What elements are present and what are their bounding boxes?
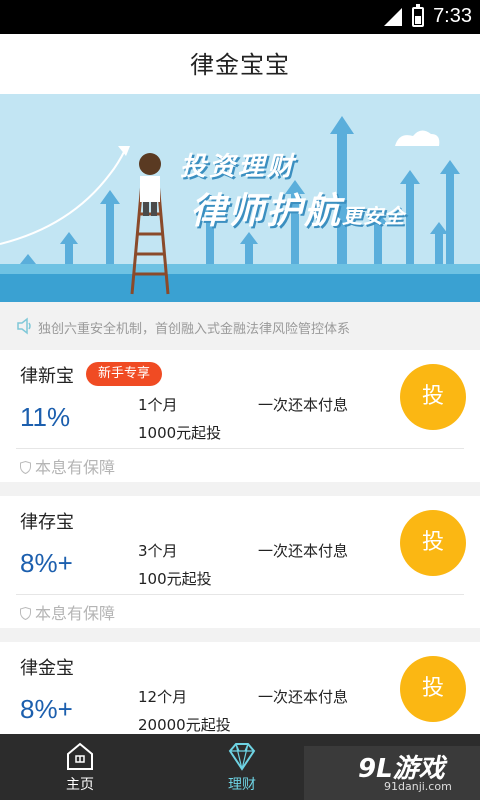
product-repay-method: 一次还本付息 bbox=[258, 542, 349, 560]
product-min-invest: 1000元起投 bbox=[138, 424, 222, 442]
status-bar: 7:33 bbox=[0, 0, 480, 34]
product-term: 1个月 bbox=[138, 396, 178, 414]
product-card[interactable]: 律存宝 8%+ 3个月 100元起投 一次还本付息 投 本息有保障 bbox=[0, 496, 480, 628]
product-min-invest: 20000元起投 bbox=[138, 716, 231, 734]
tab-label: 理财 bbox=[228, 777, 256, 793]
tab-home[interactable]: 主页 bbox=[20, 734, 140, 800]
invest-button[interactable]: 投 bbox=[400, 656, 466, 722]
divider bbox=[16, 448, 464, 449]
signal-icon bbox=[384, 8, 402, 26]
product-card[interactable]: 律金宝 8%+ 12个月 20000元起投 一次还本付息 投 bbox=[0, 642, 480, 734]
site-watermark: 9L游戏 91danji.com bbox=[304, 746, 480, 800]
guarantee-note: 本息有保障 bbox=[20, 454, 115, 478]
tab-finance[interactable]: 理财 bbox=[182, 734, 302, 800]
product-min-invest: 100元起投 bbox=[138, 570, 212, 588]
product-repay-method: 一次还本付息 bbox=[258, 396, 349, 414]
page-title: 律金宝宝 bbox=[190, 51, 290, 79]
divider bbox=[16, 594, 464, 595]
banner-headline: 投资理财 bbox=[180, 152, 297, 182]
notice-bar: 独创六重安全机制，首创融入式金融法律风险管控体系 bbox=[0, 310, 480, 342]
shield-icon bbox=[20, 461, 31, 474]
diamond-icon bbox=[228, 743, 256, 771]
invest-button[interactable]: 投 bbox=[400, 510, 466, 576]
notice-text: 独创六重安全机制，首创融入式金融法律风险管控体系 bbox=[38, 322, 351, 337]
promo-banner[interactable]: 投资理财 律师护航更安全 bbox=[0, 94, 480, 302]
product-rate: 11% bbox=[20, 402, 71, 432]
tab-label: 主页 bbox=[66, 777, 94, 793]
speaker-icon bbox=[17, 317, 31, 335]
guarantee-note: 本息有保障 bbox=[20, 600, 115, 624]
product-name: 律存宝 bbox=[20, 512, 74, 533]
product-rate: 8%+ bbox=[20, 694, 73, 724]
banner-subheadline: 律师护航更安全 bbox=[190, 190, 406, 232]
shield-icon bbox=[20, 607, 31, 620]
product-term: 3个月 bbox=[138, 542, 178, 560]
invest-button[interactable]: 投 bbox=[400, 364, 466, 430]
product-repay-method: 一次还本付息 bbox=[258, 688, 349, 706]
newbie-badge: 新手专享 bbox=[86, 362, 163, 386]
home-icon bbox=[67, 742, 93, 770]
battery-icon bbox=[412, 4, 424, 27]
product-card[interactable]: 律新宝 新手专享 11% 1个月 1000元起投 一次还本付息 投 本息有保障 bbox=[0, 350, 480, 482]
product-name: 律金宝 bbox=[20, 658, 74, 679]
product-rate: 8%+ bbox=[20, 548, 73, 578]
watermark-url: 91danji.com bbox=[384, 780, 452, 793]
app-header: 律金宝宝 bbox=[0, 34, 480, 94]
clock: 7:33 bbox=[433, 5, 472, 27]
product-name: 律新宝 bbox=[20, 366, 74, 387]
product-term: 12个月 bbox=[138, 688, 188, 706]
